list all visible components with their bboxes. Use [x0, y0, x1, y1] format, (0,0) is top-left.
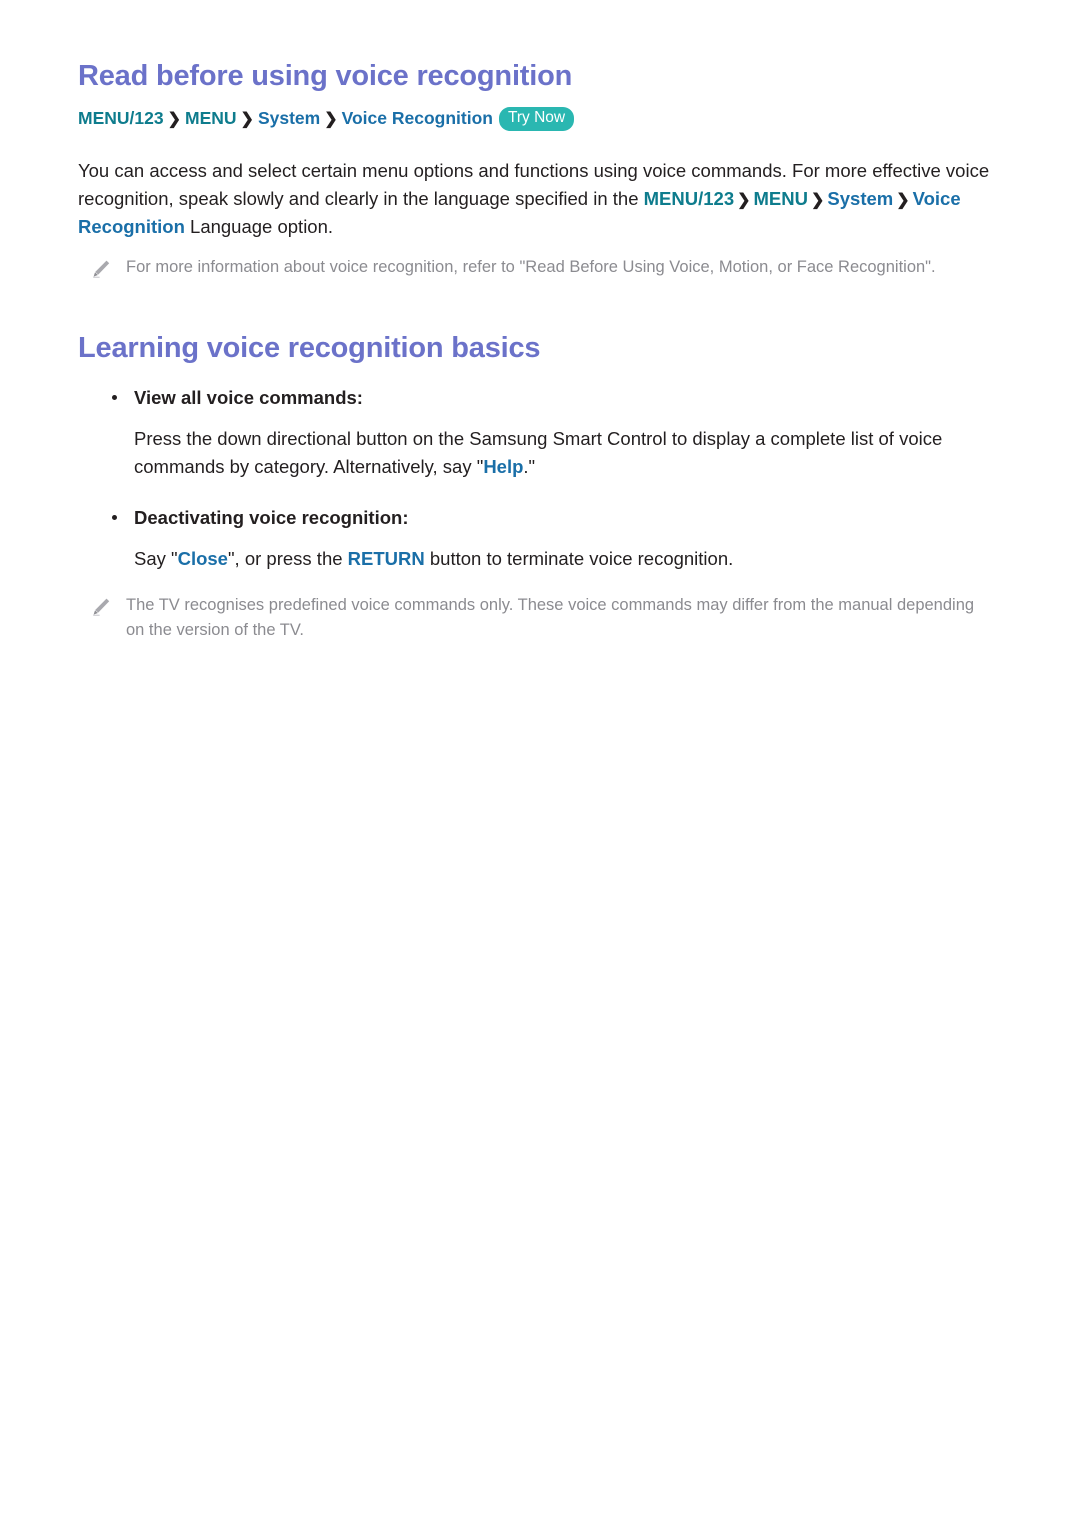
bullet-icon — [112, 514, 117, 520]
inline-link-menu[interactable]: MENU — [754, 188, 808, 209]
page-title: Read before using voice recognition — [78, 60, 573, 92]
chevron-right-icon: ❯ — [240, 111, 254, 129]
section-title-learning-basics: Learning voice recognition basics — [78, 332, 541, 365]
list-item: View all voice commands: — [112, 384, 1002, 412]
note-text: For more information about voice recogni… — [126, 258, 936, 277]
manual-page: Read before using voice recognition MENU… — [0, 0, 1080, 1527]
bullet-body-view-all-commands: Press the down directional button on the… — [134, 425, 1002, 481]
breadcrumb-item-system[interactable]: System — [258, 108, 320, 128]
bullet-body-deactivating: Say "Close", or press the RETURN button … — [134, 545, 1002, 573]
chevron-right-icon: ❯ — [324, 111, 338, 129]
chevron-right-icon: ❯ — [811, 191, 825, 209]
pencil-icon — [90, 258, 112, 280]
bullet-body-part1: Say " — [134, 548, 178, 570]
inline-link-help[interactable]: Help — [483, 456, 523, 477]
note-row: The TV recognises predefined voice comma… — [90, 593, 1002, 643]
try-now-badge[interactable]: Try Now — [498, 107, 575, 131]
inline-link-return[interactable]: RETURN — [348, 548, 425, 569]
inline-link-close[interactable]: Close — [178, 548, 228, 569]
note-row: For more information about voice recogni… — [90, 255, 1002, 280]
bullet-body-part1: Press the down directional button on the… — [134, 428, 943, 478]
intro-text-part2: Language option. — [184, 216, 334, 238]
chevron-right-icon: ❯ — [737, 191, 751, 209]
breadcrumb-item-voice-recognition[interactable]: Voice Recognition — [342, 108, 493, 128]
bullet-label-view-all-commands: View all voice commands: — [134, 386, 363, 408]
note-text: The TV recognises predefined voice comma… — [126, 596, 975, 640]
breadcrumb: MENU/123 ❯ MENU ❯ System ❯ Voice Recognition Tr… — [78, 107, 1002, 132]
inline-link-system[interactable]: System — [827, 188, 893, 209]
pencil-icon — [90, 596, 112, 618]
bullet-body-part3: button to terminate voice recognition. — [424, 548, 734, 570]
chevron-right-icon: ❯ — [167, 111, 181, 129]
breadcrumb-item-menu123[interactable]: MENU/123 — [78, 108, 164, 128]
chevron-right-icon: ❯ — [896, 191, 910, 209]
bullet-label-deactivating: Deactivating voice recognition: — [134, 506, 409, 528]
breadcrumb-item-menu[interactable]: MENU — [185, 108, 237, 128]
bullet-body-part2: ." — [523, 456, 536, 478]
bullet-body-part2: ", or press the — [227, 548, 348, 570]
intro-paragraph: You can access and select certain menu o… — [78, 157, 1002, 242]
bullet-icon — [112, 394, 117, 400]
list-item: Deactivating voice recognition: — [112, 504, 1002, 532]
inline-link-menu123[interactable]: MENU/123 — [644, 188, 734, 209]
